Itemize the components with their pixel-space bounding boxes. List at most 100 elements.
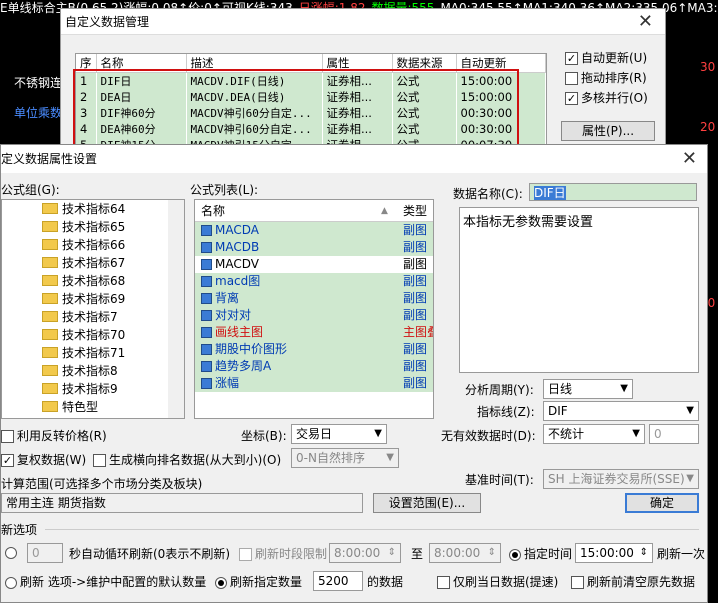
tree-item[interactable]: 技术指标64: [2, 200, 184, 218]
time-to-input[interactable]: 8:00:00 ⇕: [429, 543, 501, 563]
tree-item[interactable]: 技术指标65: [2, 218, 184, 236]
tree-item[interactable]: 技术指标67: [2, 254, 184, 272]
formula-icon: [201, 225, 212, 236]
tree-item[interactable]: 技术指标71: [2, 344, 184, 362]
checkbox[interactable]: [571, 576, 584, 589]
tree-item[interactable]: 技术指标66: [2, 236, 184, 254]
refresh-count-radio[interactable]: 刷新指定数量: [215, 573, 302, 590]
fixed-time-input[interactable]: 15:00:00 ⇕: [575, 543, 653, 563]
custom-data-attr-dialog: 定义数据属性设置 ✕ 公式组(G): 公式列表(L): 技术指标64 技术指标65…: [0, 144, 708, 603]
close-icon[interactable]: ✕: [682, 148, 697, 169]
today-only-checkbox[interactable]: 仅刷当日数据(提速): [437, 573, 558, 590]
restore-checkbox[interactable]: ✓ 复权数据(W): [1, 451, 86, 468]
checkbox[interactable]: ✓: [565, 52, 578, 65]
count-unit-label: 的数据: [367, 575, 404, 589]
tree-item[interactable]: 技术指标8: [2, 362, 184, 380]
checkbox-label: 拖动排序(R): [581, 71, 647, 85]
set-range-button[interactable]: 设置范围(E)...: [373, 493, 481, 513]
list-item[interactable]: 期股中价图形 副图: [195, 341, 433, 358]
checkbox-label: 刷新时段限制: [255, 547, 328, 561]
folder-icon: [42, 221, 58, 232]
coord-select[interactable]: 交易日 ▼: [291, 424, 387, 444]
checkbox-label: 刷新前清空原先数据: [587, 575, 696, 589]
formula-icon: [201, 361, 212, 372]
ok-button[interactable]: 确定: [625, 493, 699, 513]
period-select[interactable]: 日线 ▼: [543, 379, 633, 399]
sort-arrow-icon: ▲: [381, 206, 388, 216]
time-from-input[interactable]: 8:00:00 ⇕: [329, 543, 401, 563]
base-time-select[interactable]: SH 上海证券交易所(SSE) ▼: [543, 469, 699, 489]
checkbox[interactable]: ✓: [1, 454, 14, 467]
rank-select[interactable]: 0-N自然排序 ▼: [291, 448, 399, 468]
checkbox-label: 生成横向排名数据(从大到小)(O): [109, 453, 282, 467]
checkbox[interactable]: [239, 548, 252, 561]
list-item[interactable]: 对对对 副图: [195, 307, 433, 324]
tree-item[interactable]: 技术指标70: [2, 326, 184, 344]
period-limit-checkbox[interactable]: 刷新时段限制: [239, 545, 327, 562]
checkbox[interactable]: [437, 576, 450, 589]
tree-item[interactable]: 技术指标9: [2, 380, 184, 398]
indicator-select[interactable]: DIF ▼: [543, 401, 699, 421]
list-item[interactable]: 趋势多周A 副图: [195, 358, 433, 375]
radio[interactable]: [5, 546, 17, 559]
list-item[interactable]: MACDB 副图: [195, 239, 433, 256]
list-item[interactable]: MACDV 副图: [195, 256, 433, 273]
folder-icon: [42, 365, 58, 376]
list-item[interactable]: macd图 副图: [195, 273, 433, 290]
highlight-box: [73, 69, 519, 151]
auto-update-checkbox[interactable]: ✓ 自动更新(U): [565, 49, 647, 66]
loop-text: 秒自动循环刷新(0表示不刷新): [69, 547, 230, 561]
checkbox[interactable]: [1, 430, 14, 443]
radio[interactable]: [5, 576, 17, 589]
invalid-data-select[interactable]: 不统计 ▼: [543, 424, 645, 444]
to-label: 至: [411, 547, 424, 561]
close-icon[interactable]: ✕: [638, 11, 653, 32]
base-time-label: 基准时间(T):: [465, 473, 534, 487]
list-item[interactable]: 背离 副图: [195, 290, 433, 307]
drag-sort-checkbox[interactable]: 拖动排序(R): [565, 69, 647, 86]
chevron-down-icon: ▼: [386, 452, 394, 463]
checkbox[interactable]: [93, 454, 106, 467]
tree-item[interactable]: 技术指标68: [2, 272, 184, 290]
period-label: 分析周期(Y):: [465, 383, 534, 397]
tree-item[interactable]: 特色型: [2, 398, 184, 416]
clear-before-checkbox[interactable]: 刷新前清空原先数据: [571, 573, 695, 590]
use-reverse-checkbox[interactable]: 利用反转价格(R): [1, 427, 107, 444]
loop-radio[interactable]: [5, 545, 20, 559]
left-chart-label: 不锈钢连: [14, 76, 63, 90]
folder-icon: [42, 293, 58, 304]
radio[interactable]: [509, 548, 521, 561]
tree-item[interactable]: 技术指标7: [2, 308, 184, 326]
left-chart-label: 单位乘数: [14, 106, 63, 120]
fixed-time-radio[interactable]: 指定时间: [509, 545, 572, 562]
attr-button[interactable]: 属性(P)...: [561, 121, 655, 141]
rank-checkbox[interactable]: 生成横向排名数据(从大到小)(O): [93, 451, 281, 468]
checkbox[interactable]: ✓: [565, 92, 578, 105]
spin-icon: ⇕: [387, 547, 396, 558]
folder-icon: [42, 347, 58, 358]
formula-group-tree[interactable]: 技术指标64 技术指标65 技术指标66 技术指标67 技术指标68 技术指标69 技术指标…: [1, 199, 185, 419]
name-col-header[interactable]: 名称: [201, 200, 225, 222]
formula-icon: [201, 310, 212, 321]
multicore-checkbox[interactable]: ✓ 多核并行(O): [565, 89, 648, 106]
invalid-value-input[interactable]: 0: [649, 424, 699, 444]
checkbox-label: 仅刷当日数据(提速): [453, 575, 559, 589]
list-item[interactable]: 涨幅 副图: [195, 375, 433, 392]
type-col-header[interactable]: 类型: [403, 200, 427, 222]
checkbox-label: 自动更新(U): [581, 51, 648, 65]
seconds-input[interactable]: 0: [27, 543, 63, 563]
checkbox[interactable]: [565, 72, 578, 85]
list-item[interactable]: MACDA 副图: [195, 222, 433, 239]
radio[interactable]: [215, 576, 227, 589]
list-item-name: MACDA: [215, 223, 259, 237]
data-name-input[interactable]: DIF日: [529, 183, 697, 201]
tree-scrollbar[interactable]: [168, 200, 184, 418]
list-item-type: 副图: [403, 274, 428, 288]
formula-list[interactable]: 名称 ▲ 类型 MACDA 副图 MACDB 副图 MACDV 副图 macd图 副图 背离 副图…: [194, 199, 434, 419]
refresh-default-radio[interactable]: 刷新 选项->维护中配置的默认数量: [5, 573, 206, 590]
formula-icon: [201, 242, 212, 253]
range-field[interactable]: 常用主连 期货指数: [1, 493, 363, 513]
list-item[interactable]: 画线主图 主图叠: [195, 324, 433, 341]
count-input[interactable]: 5200: [313, 571, 363, 591]
tree-item[interactable]: 技术指标69: [2, 290, 184, 308]
